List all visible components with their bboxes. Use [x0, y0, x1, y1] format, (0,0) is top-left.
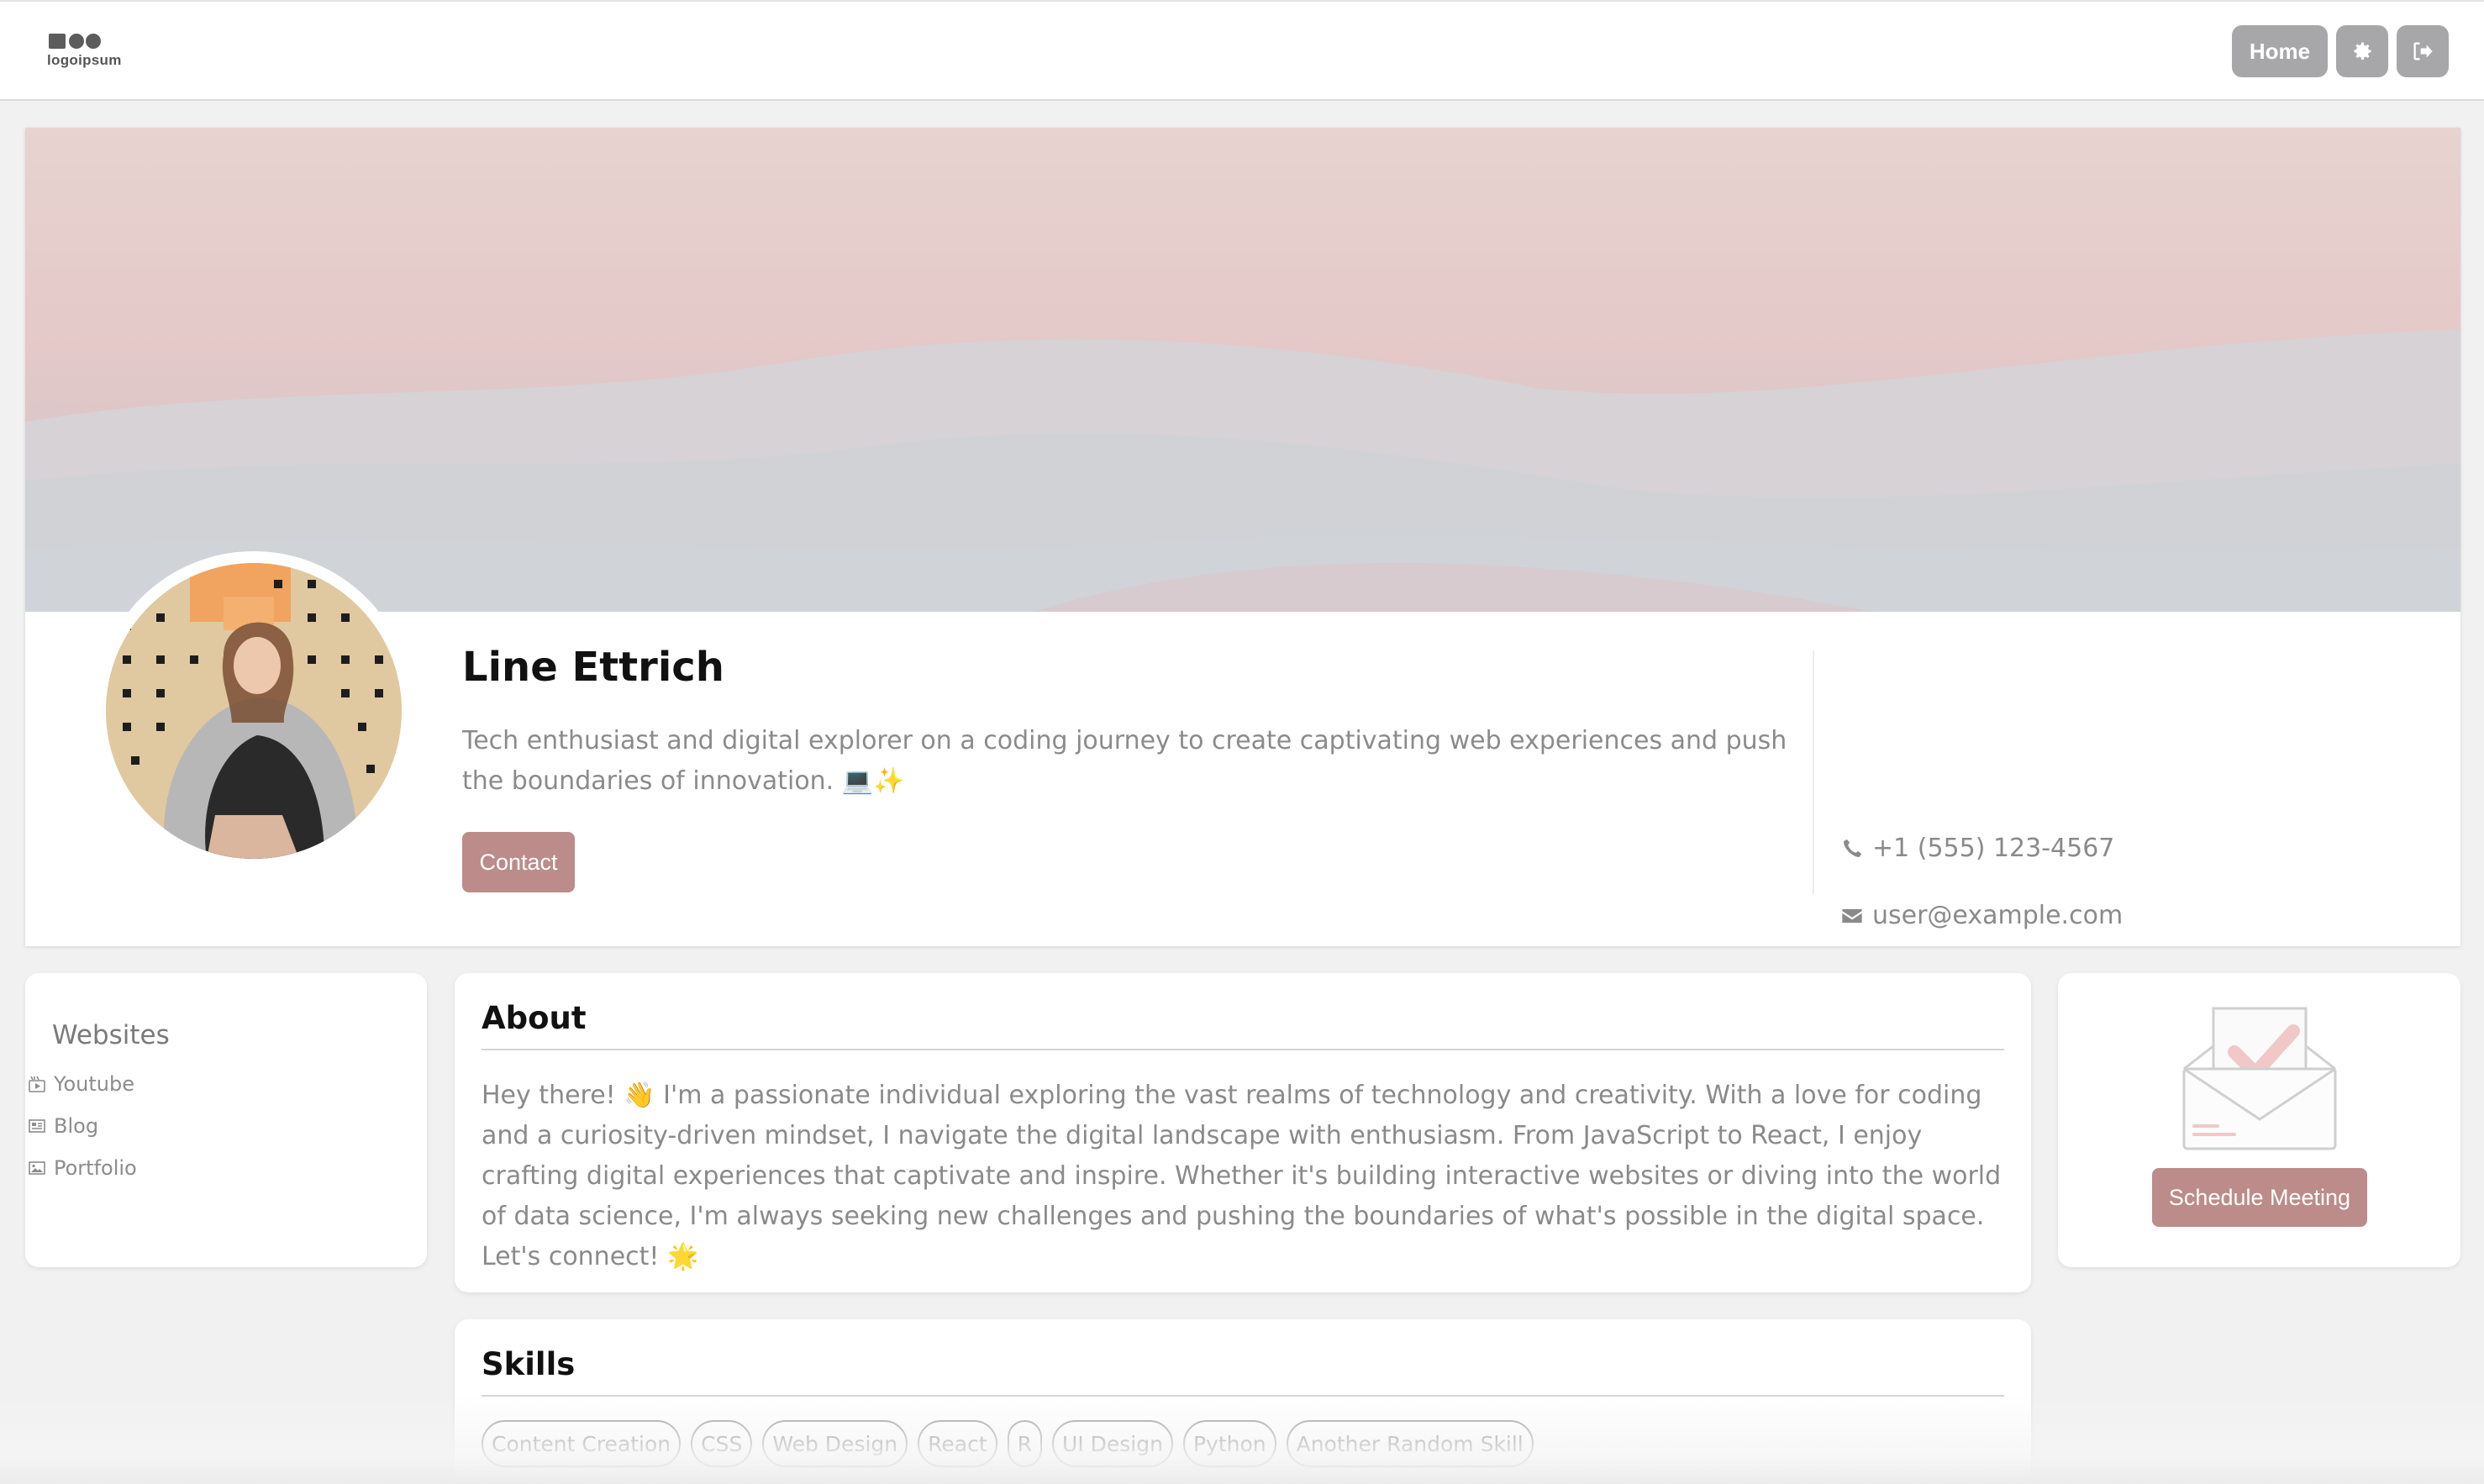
about-card: About Hey there! 👋 I'm a passionate indi… — [455, 973, 2031, 1292]
envelope-check-icon — [2182, 1007, 2337, 1150]
logo[interactable]: logoipsum — [47, 27, 131, 74]
profile-bio: Tech enthusiast and digital explorer on … — [462, 726, 1787, 796]
youtube-icon — [29, 1076, 45, 1092]
logout-button[interactable] — [2397, 25, 2449, 77]
profile-card: Line Ettrich Tech enthusiast and digital… — [25, 128, 2460, 1012]
about-text: Hey there! 👋 I'm a passionate individual… — [482, 1081, 2002, 1271]
about-title: About — [482, 1000, 587, 1036]
phone-icon — [1844, 839, 1862, 857]
website-label: Portfolio — [54, 1156, 137, 1180]
phone-info[interactable]: +1 (555) 123-4567 — [1840, 834, 2114, 863]
logo-text: logoipsum — [47, 52, 122, 68]
skills-title: Skills — [482, 1346, 576, 1382]
website-link-portfolio[interactable]: Portfolio — [27, 1156, 137, 1180]
cover-banner-image — [25, 128, 2460, 612]
sign-out-icon — [2413, 42, 2433, 61]
skill-tag: Another Random Skill — [1286, 1420, 1534, 1467]
email-address: user@example.com — [1872, 901, 2124, 930]
skill-tag: Content Creation — [482, 1420, 682, 1467]
nav-actions: Home — [2232, 25, 2449, 77]
gear-icon — [2354, 42, 2371, 61]
skills-card: Skills Content Creation CSS Web Design R… — [455, 1319, 2031, 1484]
phone-number: +1 (555) 123-4567 — [1872, 834, 2115, 863]
skill-tag: UI Design — [1052, 1420, 1173, 1467]
divider — [482, 1395, 2004, 1397]
website-link-blog[interactable]: Blog — [27, 1114, 98, 1138]
skills-list: Content Creation CSS Web Design React R … — [482, 1420, 1534, 1467]
divider — [482, 1049, 2004, 1050]
skill-tag: React — [918, 1420, 997, 1467]
email-info[interactable]: user@example.com — [1840, 901, 2123, 930]
avatar[interactable] — [106, 563, 402, 859]
profile-name: Line Ettrich — [462, 644, 724, 691]
schedule-meeting-button[interactable]: Schedule Meeting — [2152, 1168, 2367, 1227]
schedule-meeting-card: Schedule Meeting — [2058, 973, 2460, 1267]
newspaper-icon — [29, 1119, 45, 1133]
website-label: Blog — [54, 1114, 99, 1138]
vertical-divider — [1813, 650, 1814, 894]
website-link-youtube[interactable]: Youtube — [27, 1072, 134, 1096]
image-icon — [29, 1161, 45, 1175]
skill-tag: Web Design — [762, 1420, 908, 1467]
skill-tag: CSS — [691, 1420, 753, 1467]
avatar-frame — [94, 551, 413, 871]
website-label: Youtube — [54, 1072, 134, 1096]
top-navbar: logoipsum Home — [0, 0, 2484, 101]
contact-button[interactable]: Contact — [462, 832, 575, 892]
home-button[interactable]: Home — [2232, 25, 2328, 77]
envelope-icon — [1842, 908, 1862, 923]
websites-title: Websites — [52, 1020, 170, 1050]
skill-tag: Python — [1182, 1420, 1276, 1467]
settings-button[interactable] — [2336, 25, 2388, 77]
logo-mark-icon — [47, 32, 106, 52]
skill-tag: R — [1007, 1420, 1043, 1467]
